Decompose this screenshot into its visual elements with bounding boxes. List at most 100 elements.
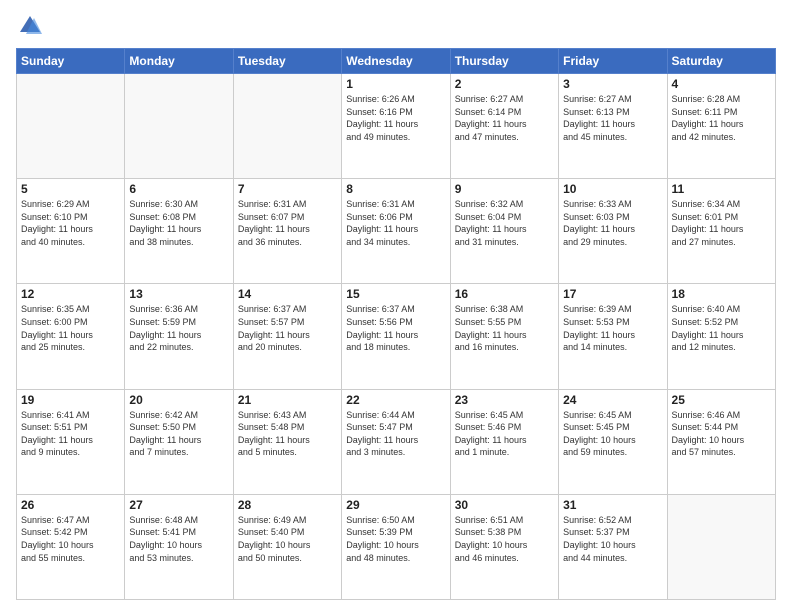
calendar-cell: 14 Sunrise: 6:37 AM Sunset: 5:57 PM Dayli… <box>233 284 341 389</box>
calendar-cell: 20 Sunrise: 6:42 AM Sunset: 5:50 PM Dayli… <box>125 389 233 494</box>
day-number: 31 <box>563 498 662 512</box>
header <box>16 12 776 40</box>
calendar-cell: 10Sunrise: 6:33 AM Sunset: 6:03 PM Dayli… <box>559 179 667 284</box>
column-header-thursday: Thursday <box>450 49 558 74</box>
day-info: Sunrise: 6:50 AM Sunset: 5:39 PM Dayligh… <box>346 514 445 564</box>
day-info: Sunrise: 6:26 AM Sunset: 6:16 PM Dayligh… <box>346 93 445 143</box>
day-number: 1 <box>346 77 445 91</box>
calendar-cell: 27 Sunrise: 6:48 AM Sunset: 5:41 PM Dayli… <box>125 494 233 599</box>
day-number: 21 <box>238 393 337 407</box>
day-info: Sunrise: 6:27 AM Sunset: 6:13 PM Dayligh… <box>563 93 662 143</box>
day-number: 15 <box>346 287 445 301</box>
day-info: Sunrise: 6:28 AM Sunset: 6:11 PM Dayligh… <box>672 93 771 143</box>
day-number: 12 <box>21 287 120 301</box>
day-number: 19 <box>21 393 120 407</box>
day-number: 7 <box>238 182 337 196</box>
column-header-sunday: Sunday <box>17 49 125 74</box>
calendar-cell <box>667 494 775 599</box>
calendar-cell: 31 Sunrise: 6:52 AM Sunset: 5:37 PM Dayli… <box>559 494 667 599</box>
day-info: Sunrise: 6:35 AM Sunset: 6:00 PM Dayligh… <box>21 303 120 353</box>
day-info: Sunrise: 6:45 AM Sunset: 5:45 PM Dayligh… <box>563 409 662 459</box>
calendar-cell: 23 Sunrise: 6:45 AM Sunset: 5:46 PM Dayli… <box>450 389 558 494</box>
calendar-cell: 19 Sunrise: 6:41 AM Sunset: 5:51 PM Dayli… <box>17 389 125 494</box>
day-number: 27 <box>129 498 228 512</box>
calendar-cell: 11 Sunrise: 6:34 AM Sunset: 6:01 PM Dayli… <box>667 179 775 284</box>
calendar-cell: 2 Sunrise: 6:27 AM Sunset: 6:14 PM Daylig… <box>450 74 558 179</box>
calendar-cell: 24Sunrise: 6:45 AM Sunset: 5:45 PM Dayli… <box>559 389 667 494</box>
day-info: Sunrise: 6:37 AM Sunset: 5:57 PM Dayligh… <box>238 303 337 353</box>
day-info: Sunrise: 6:41 AM Sunset: 5:51 PM Dayligh… <box>21 409 120 459</box>
calendar-cell <box>17 74 125 179</box>
calendar-cell: 17 Sunrise: 6:39 AM Sunset: 5:53 PM Dayli… <box>559 284 667 389</box>
day-number: 23 <box>455 393 554 407</box>
calendar-cell: 18 Sunrise: 6:40 AM Sunset: 5:52 PM Dayli… <box>667 284 775 389</box>
calendar-cell <box>125 74 233 179</box>
calendar-cell: 25 Sunrise: 6:46 AM Sunset: 5:44 PM Dayli… <box>667 389 775 494</box>
day-info: Sunrise: 6:44 AM Sunset: 5:47 PM Dayligh… <box>346 409 445 459</box>
column-header-friday: Friday <box>559 49 667 74</box>
calendar-week-5: 26Sunrise: 6:47 AM Sunset: 5:42 PM Dayli… <box>17 494 776 599</box>
day-info: Sunrise: 6:45 AM Sunset: 5:46 PM Dayligh… <box>455 409 554 459</box>
calendar-cell: 13 Sunrise: 6:36 AM Sunset: 5:59 PM Dayli… <box>125 284 233 389</box>
calendar-cell: 3Sunrise: 6:27 AM Sunset: 6:13 PM Daylig… <box>559 74 667 179</box>
calendar-cell: 9 Sunrise: 6:32 AM Sunset: 6:04 PM Daylig… <box>450 179 558 284</box>
calendar-cell: 16 Sunrise: 6:38 AM Sunset: 5:55 PM Dayli… <box>450 284 558 389</box>
calendar-cell: 12 Sunrise: 6:35 AM Sunset: 6:00 PM Dayli… <box>17 284 125 389</box>
day-info: Sunrise: 6:38 AM Sunset: 5:55 PM Dayligh… <box>455 303 554 353</box>
calendar-cell: 30 Sunrise: 6:51 AM Sunset: 5:38 PM Dayli… <box>450 494 558 599</box>
logo-icon <box>16 12 44 40</box>
column-header-tuesday: Tuesday <box>233 49 341 74</box>
calendar-table: SundayMondayTuesdayWednesdayThursdayFrid… <box>16 48 776 600</box>
day-number: 8 <box>346 182 445 196</box>
day-info: Sunrise: 6:43 AM Sunset: 5:48 PM Dayligh… <box>238 409 337 459</box>
day-number: 2 <box>455 77 554 91</box>
calendar-cell: 7Sunrise: 6:31 AM Sunset: 6:07 PM Daylig… <box>233 179 341 284</box>
day-info: Sunrise: 6:27 AM Sunset: 6:14 PM Dayligh… <box>455 93 554 143</box>
day-info: Sunrise: 6:52 AM Sunset: 5:37 PM Dayligh… <box>563 514 662 564</box>
day-number: 22 <box>346 393 445 407</box>
calendar-cell: 15 Sunrise: 6:37 AM Sunset: 5:56 PM Dayli… <box>342 284 450 389</box>
day-info: Sunrise: 6:32 AM Sunset: 6:04 PM Dayligh… <box>455 198 554 248</box>
day-number: 9 <box>455 182 554 196</box>
day-number: 11 <box>672 182 771 196</box>
day-number: 16 <box>455 287 554 301</box>
column-header-wednesday: Wednesday <box>342 49 450 74</box>
calendar-cell: 21 Sunrise: 6:43 AM Sunset: 5:48 PM Dayli… <box>233 389 341 494</box>
column-header-saturday: Saturday <box>667 49 775 74</box>
calendar-cell: 28Sunrise: 6:49 AM Sunset: 5:40 PM Dayli… <box>233 494 341 599</box>
calendar-week-4: 19 Sunrise: 6:41 AM Sunset: 5:51 PM Dayli… <box>17 389 776 494</box>
day-number: 18 <box>672 287 771 301</box>
logo <box>16 12 48 40</box>
day-info: Sunrise: 6:29 AM Sunset: 6:10 PM Dayligh… <box>21 198 120 248</box>
day-number: 10 <box>563 182 662 196</box>
day-info: Sunrise: 6:34 AM Sunset: 6:01 PM Dayligh… <box>672 198 771 248</box>
column-header-monday: Monday <box>125 49 233 74</box>
calendar-cell: 22 Sunrise: 6:44 AM Sunset: 5:47 PM Dayli… <box>342 389 450 494</box>
day-info: Sunrise: 6:48 AM Sunset: 5:41 PM Dayligh… <box>129 514 228 564</box>
calendar-cell: 26Sunrise: 6:47 AM Sunset: 5:42 PM Dayli… <box>17 494 125 599</box>
day-info: Sunrise: 6:51 AM Sunset: 5:38 PM Dayligh… <box>455 514 554 564</box>
day-number: 25 <box>672 393 771 407</box>
day-info: Sunrise: 6:42 AM Sunset: 5:50 PM Dayligh… <box>129 409 228 459</box>
day-number: 14 <box>238 287 337 301</box>
page: SundayMondayTuesdayWednesdayThursdayFrid… <box>0 0 792 612</box>
day-number: 30 <box>455 498 554 512</box>
day-number: 4 <box>672 77 771 91</box>
day-info: Sunrise: 6:30 AM Sunset: 6:08 PM Dayligh… <box>129 198 228 248</box>
day-number: 17 <box>563 287 662 301</box>
day-info: Sunrise: 6:36 AM Sunset: 5:59 PM Dayligh… <box>129 303 228 353</box>
calendar-header-row: SundayMondayTuesdayWednesdayThursdayFrid… <box>17 49 776 74</box>
calendar-cell: 8 Sunrise: 6:31 AM Sunset: 6:06 PM Daylig… <box>342 179 450 284</box>
calendar-week-2: 5 Sunrise: 6:29 AM Sunset: 6:10 PM Daylig… <box>17 179 776 284</box>
day-number: 20 <box>129 393 228 407</box>
day-number: 6 <box>129 182 228 196</box>
day-number: 5 <box>21 182 120 196</box>
calendar-cell <box>233 74 341 179</box>
day-info: Sunrise: 6:37 AM Sunset: 5:56 PM Dayligh… <box>346 303 445 353</box>
day-info: Sunrise: 6:47 AM Sunset: 5:42 PM Dayligh… <box>21 514 120 564</box>
day-info: Sunrise: 6:46 AM Sunset: 5:44 PM Dayligh… <box>672 409 771 459</box>
day-number: 13 <box>129 287 228 301</box>
day-info: Sunrise: 6:39 AM Sunset: 5:53 PM Dayligh… <box>563 303 662 353</box>
day-info: Sunrise: 6:31 AM Sunset: 6:06 PM Dayligh… <box>346 198 445 248</box>
day-info: Sunrise: 6:40 AM Sunset: 5:52 PM Dayligh… <box>672 303 771 353</box>
